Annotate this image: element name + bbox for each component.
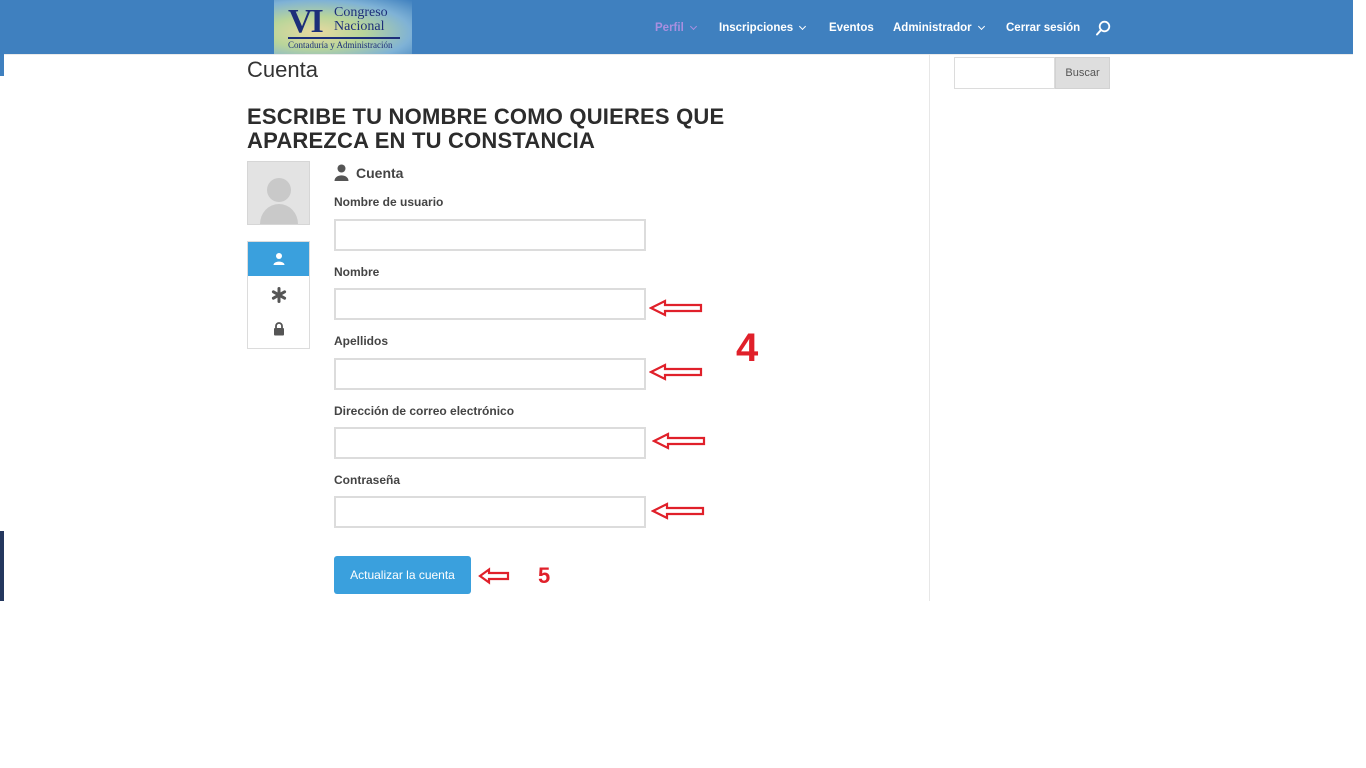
nav-label: Administrador bbox=[893, 22, 972, 34]
chevron-down-icon bbox=[689, 22, 697, 31]
user-icon bbox=[334, 164, 349, 181]
chevron-down-icon bbox=[799, 22, 807, 31]
site-logo[interactable]: VI Congreso Nacional Contaduría y Admini… bbox=[274, 0, 412, 54]
email-field[interactable] bbox=[334, 427, 646, 459]
nav-label: Cerrar sesión bbox=[1006, 22, 1081, 34]
nav-item-eventos[interactable]: Eventos bbox=[829, 19, 874, 37]
annotation-step-4: 4 bbox=[736, 326, 759, 370]
nav-item-cerrar-sesion[interactable]: Cerrar sesión bbox=[1006, 19, 1080, 37]
nav-item-inscripciones[interactable]: Inscripciones bbox=[719, 19, 807, 37]
avatar[interactable] bbox=[247, 161, 310, 225]
last-name-label: Apellidos bbox=[334, 334, 389, 348]
password-label: Contraseña bbox=[334, 473, 401, 487]
section-title: Cuenta bbox=[334, 164, 403, 181]
sidebar-search-button[interactable]: Buscar bbox=[1055, 57, 1110, 89]
annotation-arrow bbox=[649, 363, 703, 381]
first-name-label: Nombre bbox=[334, 265, 380, 279]
avatar-body bbox=[260, 204, 298, 224]
logo-line-3: Contaduría y Administración bbox=[288, 40, 393, 50]
email-label: Dirección de correo electrónico bbox=[334, 404, 515, 418]
lock-icon bbox=[273, 322, 284, 336]
logo-line-2: Nacional bbox=[334, 19, 385, 34]
logo-rule bbox=[288, 37, 400, 39]
section-title-text: Cuenta bbox=[356, 164, 404, 181]
edge-accent bbox=[0, 54, 4, 76]
update-account-button[interactable]: Actualizar la cuenta bbox=[334, 556, 471, 594]
nav-label: Perfil bbox=[655, 22, 684, 34]
tab-password[interactable] bbox=[248, 312, 309, 346]
instruction-heading: ESCRIBE TU NOMBRE COMO QUIERES QUE APARE… bbox=[247, 104, 725, 153]
sidebar-search-input[interactable] bbox=[954, 57, 1055, 89]
user-icon bbox=[273, 253, 284, 265]
password-field[interactable] bbox=[334, 496, 646, 528]
account-tab-nav bbox=[247, 241, 310, 349]
edge-accent-dark bbox=[0, 531, 4, 601]
nav-item-administrador[interactable]: Administrador bbox=[893, 19, 985, 37]
chevron-down-icon bbox=[977, 22, 985, 31]
annotation-arrow bbox=[649, 299, 703, 317]
annotation-step-5: 5 bbox=[538, 563, 551, 588]
tab-privacy[interactable] bbox=[248, 278, 309, 312]
tab-account[interactable] bbox=[248, 242, 309, 276]
username-field[interactable] bbox=[334, 219, 646, 251]
logo-numeral: VI bbox=[288, 3, 324, 40]
annotation-arrow bbox=[651, 502, 705, 520]
annotation-arrow bbox=[478, 567, 510, 585]
scrollbar[interactable] bbox=[1353, 0, 1366, 768]
sidebar-divider bbox=[929, 54, 930, 601]
nav-label: Inscripciones bbox=[719, 22, 794, 34]
avatar-head bbox=[267, 178, 291, 202]
nav-label: Eventos bbox=[829, 22, 874, 34]
nav-item-perfil[interactable]: Perfil bbox=[655, 19, 697, 37]
asterisk-icon bbox=[271, 287, 286, 303]
last-name-field[interactable] bbox=[334, 358, 646, 390]
logo-line-1: Congreso bbox=[334, 5, 388, 20]
first-name-field[interactable] bbox=[334, 288, 646, 320]
annotation-arrow bbox=[652, 432, 706, 450]
page-title: Cuenta bbox=[247, 57, 318, 82]
username-label: Nombre de usuario bbox=[334, 195, 444, 209]
search-icon[interactable] bbox=[1095, 20, 1111, 36]
